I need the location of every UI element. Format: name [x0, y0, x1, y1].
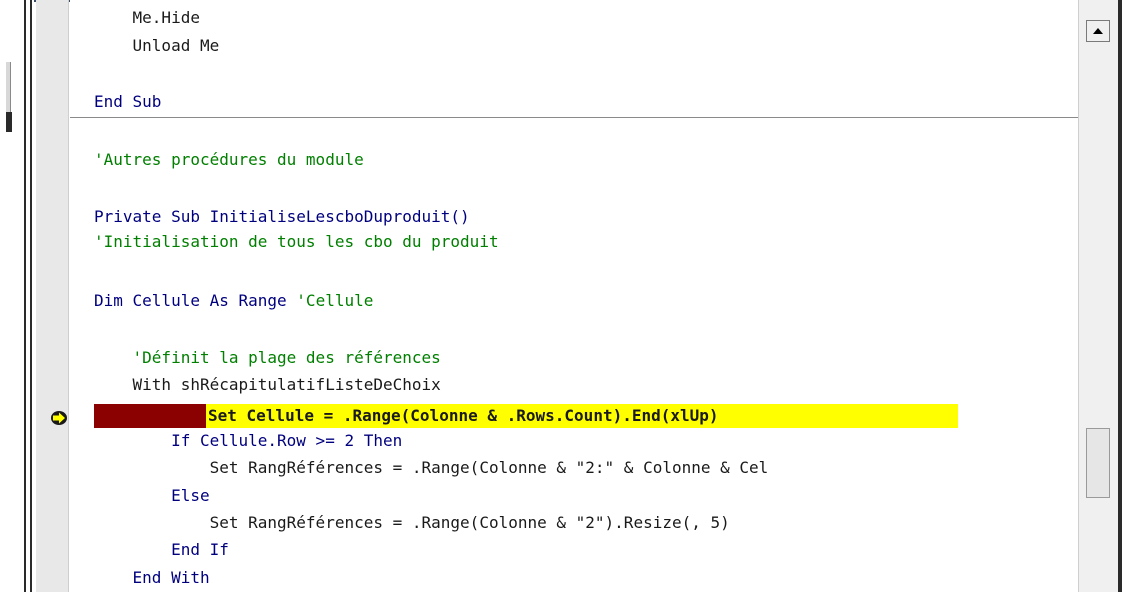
right-window-area — [1122, 0, 1140, 592]
code-line[interactable]: Set RangRéférences = .Range(Colonne & "2… — [94, 456, 769, 480]
current-line-arrow-icon — [51, 411, 67, 425]
procedure-separator — [70, 117, 1078, 118]
code-line[interactable]: End If — [94, 538, 229, 562]
left-splitter-line — [24, 0, 26, 592]
code-line[interactable]: Else — [94, 484, 210, 508]
code-line[interactable]: Set RangRéférences = .Range(Colonne & "2… — [94, 511, 730, 535]
code-inline-comment: 'Cellule — [296, 291, 374, 310]
code-line[interactable]: End Sub — [94, 90, 161, 114]
code-line[interactable]: Me.Hide — [94, 6, 200, 30]
code-line[interactable]: Private Sub InitialiseLescboDuproduit() — [94, 205, 470, 229]
scroll-up-arrow-icon — [1093, 28, 1103, 34]
code-pane[interactable]: Me.Hide Unload Me End Sub 'Autres procéd… — [70, 0, 1078, 592]
code-line[interactable]: End With — [94, 566, 210, 590]
code-line[interactable]: With shRécapitulatifListeDeChoix — [94, 373, 441, 397]
code-line-comment[interactable]: 'Initialisation de tous les cbo du produ… — [94, 230, 499, 254]
margin-indicator-bar[interactable] — [36, 0, 69, 592]
code-line[interactable]: Unload Me — [94, 34, 220, 58]
left-window-chrome — [0, 0, 34, 592]
code-line-comment[interactable]: 'Autres procédures du module — [94, 148, 364, 172]
scrollbar-thumb[interactable] — [1086, 428, 1110, 498]
code-statement: Dim Cellule As Range — [94, 291, 297, 310]
breakpoint-indent-mark — [94, 404, 206, 428]
code-line[interactable]: Dim Cellule As Range 'Cellule — [94, 289, 373, 313]
left-splitter-line-2 — [30, 0, 32, 592]
scroll-up-button[interactable] — [1086, 20, 1110, 42]
vertical-scrollbar[interactable] — [1078, 0, 1119, 592]
left-pane-edge-mark — [6, 112, 12, 132]
code-line-current-execution[interactable]: Set Cellule = .Range(Colonne & .Rows.Cou… — [208, 404, 719, 428]
vba-editor-window: Me.Hide Unload Me End Sub 'Autres procéd… — [0, 0, 1140, 592]
code-line[interactable]: If Cellule.Row >= 2 Then — [94, 429, 402, 453]
code-line-comment[interactable]: 'Définit la plage des références — [94, 346, 441, 370]
